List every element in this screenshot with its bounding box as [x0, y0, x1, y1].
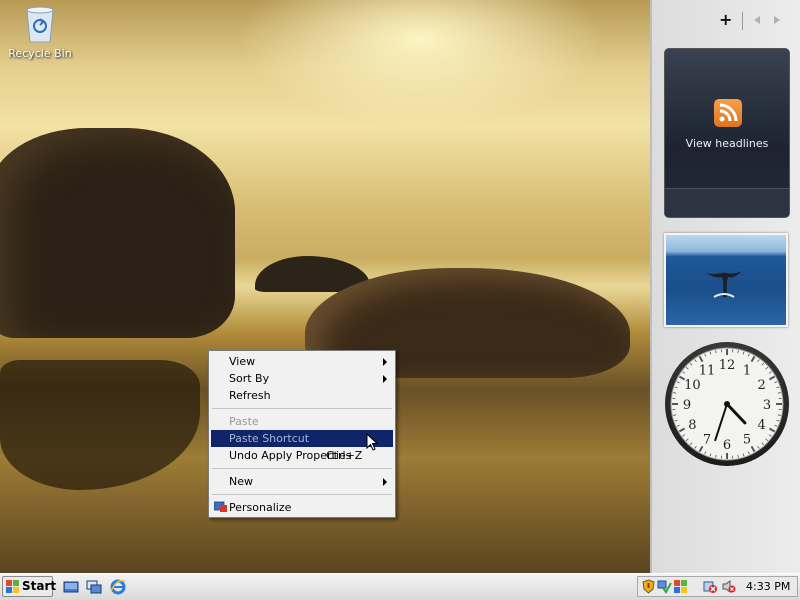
wallpaper-rock-left — [0, 128, 235, 338]
menu-item-label: Personalize — [229, 501, 292, 514]
controls-divider — [742, 12, 743, 30]
menu-item-refresh[interactable]: Refresh — [211, 387, 393, 404]
clock-numeral: 2 — [758, 378, 766, 393]
clock-numeral: 11 — [699, 363, 716, 378]
clock-numeral: 5 — [743, 433, 751, 448]
windows-update-icon[interactable] — [673, 579, 688, 594]
clock-gadget[interactable]: 1 2 3 4 5 6 7 8 9 10 11 12 — [664, 341, 790, 467]
clock-numeral: 1 — [743, 363, 751, 378]
start-button[interactable]: Start — [2, 576, 57, 597]
internet-explorer-icon[interactable] — [110, 579, 126, 595]
submenu-arrow-icon — [383, 375, 387, 383]
add-gadget-button[interactable]: + — [719, 10, 732, 29]
gadget-footer — [665, 188, 789, 217]
menu-item-label: Refresh — [229, 389, 271, 402]
slideshow-gadget[interactable] — [664, 233, 788, 327]
windows-sidebar: + View headlines 1 2 3 4 5 6 7 8 9 10 11… — [650, 0, 800, 573]
menu-item-accelerator: Ctrl+Z — [326, 449, 363, 462]
clock-face: 1234567891011 12 — [665, 342, 789, 466]
taskbar-clock[interactable]: 4:33 PM — [746, 577, 790, 596]
menu-item-label: Paste — [229, 415, 259, 428]
recycle-bin-icon — [24, 4, 56, 44]
clock-numeral: 4 — [758, 418, 766, 433]
menu-item-new[interactable]: New — [211, 473, 393, 490]
feed-headlines-gadget[interactable]: View headlines — [664, 48, 790, 218]
taskbar: Start 4:33 PM — [0, 573, 800, 600]
menu-item-paste[interactable]: Paste — [211, 413, 393, 430]
windows-flag-icon — [6, 580, 19, 593]
clock-numeral: 9 — [683, 398, 691, 413]
clock-numeral: 10 — [684, 378, 701, 393]
error-icon[interactable] — [703, 579, 718, 594]
volume-muted-icon[interactable] — [721, 579, 736, 594]
menu-separator — [212, 468, 392, 469]
clock-numeral: 7 — [703, 433, 711, 448]
wallpaper-reflection — [0, 360, 200, 490]
start-label: Start — [22, 579, 57, 593]
show-desktop-icon[interactable] — [63, 579, 79, 595]
menu-item-label: Sort By — [229, 372, 270, 385]
next-page-icon[interactable] — [774, 16, 780, 24]
submenu-arrow-icon — [383, 478, 387, 486]
menu-item-label: View — [229, 355, 256, 368]
sidebar-controls: + — [714, 10, 798, 30]
clock-numeral: 3 — [763, 398, 771, 413]
menu-item-personalize[interactable]: Personalize — [211, 499, 393, 516]
menu-item-view[interactable]: View — [211, 353, 393, 370]
desktop[interactable]: Recycle Bin View Sort By Refresh Paste P… — [0, 0, 650, 573]
clock-numeral: 12 — [719, 358, 736, 373]
personalize-icon — [213, 501, 227, 513]
submenu-arrow-icon — [383, 358, 387, 366]
network-icon[interactable] — [657, 579, 672, 594]
desktop-icon-recycle-bin[interactable]: Recycle Bin — [8, 4, 72, 60]
security-shield-icon[interactable] — [641, 579, 656, 594]
mouse-cursor-icon — [366, 432, 379, 451]
whale-tail-image — [706, 271, 742, 298]
menu-separator — [212, 494, 392, 495]
menu-item-sort-by[interactable]: Sort By — [211, 370, 393, 387]
system-tray: 4:33 PM — [637, 576, 798, 597]
previous-page-icon[interactable] — [754, 16, 760, 24]
clock-numeral: 8 — [688, 418, 696, 433]
menu-item-label: New — [229, 475, 253, 488]
clock-numeral: 6 — [723, 438, 731, 453]
menu-item-label: Paste Shortcut — [229, 432, 310, 445]
menu-separator — [212, 408, 392, 409]
switch-windows-icon[interactable] — [86, 579, 102, 595]
rss-icon — [714, 99, 742, 127]
view-headlines-label: View headlines — [685, 137, 769, 150]
recycle-bin-label: Recycle Bin — [8, 47, 72, 60]
